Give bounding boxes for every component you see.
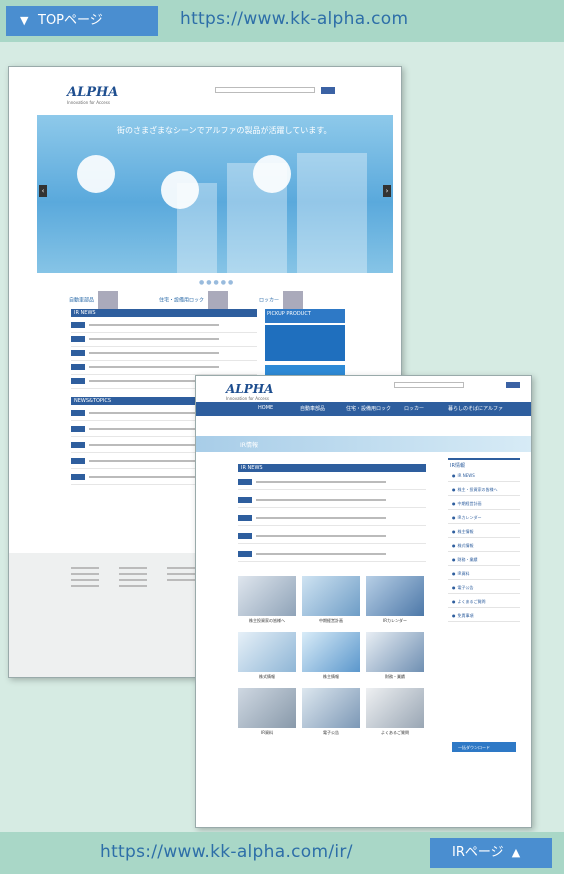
hero-banner: 街のさまざまなシーンでアルファの製品が活躍しています。 ‹ › bbox=[37, 115, 393, 273]
tile-label: IRカレンダー bbox=[383, 618, 407, 623]
ir-news-heading: IR NEWS bbox=[238, 464, 426, 472]
tile-faq[interactable] bbox=[366, 688, 424, 728]
chevron-left-icon[interactable]: ‹ bbox=[39, 185, 47, 197]
tile-label: 財務・業績 bbox=[385, 674, 405, 679]
page-title-band: IR情報 bbox=[196, 436, 531, 452]
search-input[interactable] bbox=[394, 382, 464, 388]
page-title: IR情報 bbox=[240, 442, 258, 449]
tile-shareholder-info[interactable] bbox=[302, 632, 360, 672]
list-item[interactable] bbox=[71, 333, 257, 347]
nav-living[interactable]: 暮らしのそばにアルファ bbox=[448, 405, 503, 412]
sidebar-item[interactable]: IR NEWS bbox=[448, 468, 520, 482]
ir-news-heading: IR NEWS bbox=[71, 309, 257, 317]
sidebar-item[interactable]: IR資料 bbox=[448, 566, 520, 580]
sidebar-item[interactable]: 株式情報 bbox=[448, 538, 520, 552]
product-link-auto[interactable]: 自動車部品 bbox=[69, 291, 119, 309]
carousel-dots[interactable]: ●●●●● bbox=[199, 279, 235, 286]
tile-materials[interactable] bbox=[238, 688, 296, 728]
ir-page-header: ALPHA Innovation for Access bbox=[196, 376, 531, 402]
tile-calendar[interactable] bbox=[366, 576, 424, 616]
tile-label: 株主情報 bbox=[323, 674, 339, 679]
tile-finance[interactable] bbox=[366, 632, 424, 672]
top-page-label: TOPページ bbox=[38, 13, 103, 28]
top-page-header: ALPHA Innovation for Access bbox=[9, 67, 401, 115]
nav-auto-parts[interactable]: 自動車部品 bbox=[300, 405, 325, 412]
list-item[interactable] bbox=[238, 528, 426, 544]
footer-column bbox=[167, 563, 195, 581]
hero-bubble bbox=[253, 155, 291, 193]
sidebar-item[interactable]: よくあるご質問 bbox=[448, 594, 520, 608]
sidebar-item[interactable]: IRカレンダー bbox=[448, 510, 520, 524]
list-item[interactable] bbox=[238, 492, 426, 508]
search-button[interactable] bbox=[506, 382, 520, 388]
tile-shareholders[interactable] bbox=[238, 576, 296, 616]
list-item[interactable] bbox=[71, 347, 257, 361]
product-link-locker[interactable]: ロッカー bbox=[259, 291, 304, 309]
sidebar-item[interactable]: 中期経営計画 bbox=[448, 496, 520, 510]
search-button[interactable] bbox=[321, 87, 335, 94]
tile-label: 株式情報 bbox=[259, 674, 275, 679]
footer-column bbox=[71, 563, 99, 587]
nav-home[interactable]: HOME bbox=[258, 405, 273, 411]
top-page-url[interactable]: https://www.kk-alpha.com bbox=[180, 9, 408, 29]
hero-bubble bbox=[77, 155, 115, 193]
nav-locks[interactable]: 住宅・設備用ロック bbox=[346, 405, 391, 412]
tile-label: IR資料 bbox=[261, 730, 273, 735]
triangle-up-icon: ▲ bbox=[511, 846, 521, 859]
tile-notice[interactable] bbox=[302, 688, 360, 728]
alpha-logo: ALPHA Innovation for Access bbox=[226, 382, 274, 401]
ir-page-screenshot: ALPHA Innovation for Access HOME 自動車部品 住宅… bbox=[195, 375, 532, 828]
ir-page-url[interactable]: https://www.kk-alpha.com/ir/ bbox=[100, 842, 353, 862]
hero-headline: 街のさまざまなシーンでアルファの製品が活躍しています。 bbox=[117, 126, 332, 135]
sidebar-item[interactable]: 財務・業績 bbox=[448, 552, 520, 566]
hero-bubble bbox=[161, 171, 199, 209]
building-shape bbox=[297, 153, 367, 273]
ir-sidebar: IR情報 IR NEWS 株主・投資家の皆様へ 中期経営計画 IRカレンダー 株… bbox=[448, 458, 520, 622]
pickup-card[interactable] bbox=[265, 325, 345, 361]
list-item[interactable] bbox=[238, 546, 426, 562]
list-item[interactable] bbox=[238, 474, 426, 490]
ir-page-label: IRページ bbox=[452, 845, 504, 860]
nav-lockers[interactable]: ロッカー bbox=[404, 405, 424, 412]
sidebar-item[interactable]: 株主情報 bbox=[448, 524, 520, 538]
tile-stock[interactable] bbox=[238, 632, 296, 672]
tile-label: 株主投資家の皆様へ bbox=[249, 618, 285, 623]
sidebar-heading: IR情報 bbox=[448, 458, 520, 469]
footer-column bbox=[119, 563, 147, 587]
pickup-heading: PICKUP PRODUCT bbox=[265, 309, 345, 323]
main-nav: HOME 自動車部品 住宅・設備用ロック ロッカー 暮らしのそばにアルファ bbox=[196, 402, 531, 416]
chevron-right-icon[interactable]: › bbox=[383, 185, 391, 197]
list-item[interactable] bbox=[71, 361, 257, 375]
sidebar-item[interactable]: 免責事項 bbox=[448, 608, 520, 622]
bottom-caption-bar: https://www.kk-alpha.com/ir/ IRページ ▲ bbox=[0, 832, 564, 874]
list-item[interactable] bbox=[238, 510, 426, 526]
ir-page-tag: IRページ ▲ bbox=[430, 838, 552, 868]
search-input[interactable] bbox=[215, 87, 315, 93]
top-caption-bar: ▼ TOPページ https://www.kk-alpha.com bbox=[0, 0, 564, 42]
triangle-down-icon: ▼ bbox=[20, 14, 29, 27]
tile-label: よくあるご質問 bbox=[381, 730, 409, 735]
sidebar-item[interactable]: 電子公告 bbox=[448, 580, 520, 594]
download-all-button[interactable]: 一括ダウンロード bbox=[452, 742, 516, 752]
product-link-lock[interactable]: 住宅・設備用ロック bbox=[159, 291, 229, 309]
tile-label: 電子公告 bbox=[323, 730, 339, 735]
list-item[interactable] bbox=[71, 319, 257, 333]
sidebar-item[interactable]: 株主・投資家の皆様へ bbox=[448, 482, 520, 496]
tile-label: 中期経営計画 bbox=[319, 618, 343, 623]
top-page-tag: ▼ TOPページ bbox=[6, 6, 158, 36]
tile-plan[interactable] bbox=[302, 576, 360, 616]
alpha-logo: ALPHA Innovation for Access bbox=[67, 85, 119, 105]
